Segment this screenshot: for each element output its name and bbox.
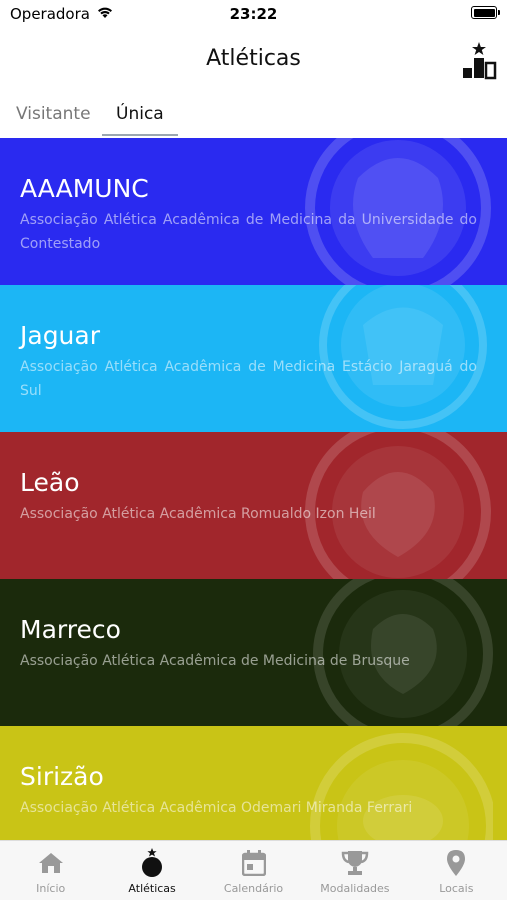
card-aaamunc[interactable]: AAAMUNC Associação Atlética Acadêmica de… [0, 138, 507, 285]
tabbar-item-modalidades[interactable]: Modalidades [304, 841, 405, 900]
bottom-tab-bar: Início Atléticas Calendário Modalidades … [0, 840, 507, 900]
tab-visitante[interactable]: Visitante [16, 104, 91, 124]
card-sirizao[interactable]: Sirizão Associação Atlética Acadêmica Od… [0, 726, 507, 840]
card-title: Marreco [20, 615, 121, 644]
page-title: Atléticas [206, 46, 301, 71]
crab-logo-icon [310, 733, 493, 840]
card-jaguar[interactable]: Jaguar Associação Atlética Acadêmica de … [0, 285, 507, 432]
card-leao[interactable]: Leão Associação Atlética Acadêmica Romua… [0, 432, 507, 579]
card-title: AAAMUNC [20, 174, 149, 203]
tab-unica[interactable]: Única [116, 104, 164, 124]
navigation-bar: Atléticas [0, 30, 507, 92]
ranking-button[interactable] [461, 40, 497, 80]
tabbar-item-atleticas[interactable]: Atléticas [101, 841, 202, 900]
card-description: Associação Atlética Acadêmica Romualdo I… [20, 506, 376, 522]
card-description: Associação Atlética Acadêmica de Medicin… [20, 359, 477, 399]
card-title: Leão [20, 468, 80, 497]
card-title: Jaguar [20, 321, 101, 350]
calendar-icon [240, 849, 268, 877]
card-description: Associação Atlética Acadêmica Odemari Mi… [20, 800, 413, 816]
map-pin-icon [442, 849, 470, 877]
tabbar-item-inicio[interactable]: Início [0, 841, 101, 900]
podium-star-icon [463, 42, 497, 80]
home-icon [37, 849, 65, 877]
tabbar-item-calendario[interactable]: Calendário [203, 841, 304, 900]
atleticas-list: AAAMUNC Associação Atlética Acadêmica de… [0, 138, 507, 840]
active-tab-indicator [102, 134, 178, 136]
tabbar-label: Calendário [223, 882, 284, 895]
battery-icon [471, 6, 500, 19]
card-description: Associação Atlética Acadêmica de Medicin… [20, 212, 477, 252]
trophy-icon [341, 849, 369, 877]
tabbar-label: Modalidades [320, 882, 390, 895]
tabbar-label: Início [36, 882, 66, 895]
tabbar-item-locais[interactable]: Locais [406, 841, 507, 900]
status-bar: Operadora 23:22 [0, 0, 507, 30]
card-marreco[interactable]: Marreco Associação Atlética Acadêmica de… [0, 579, 507, 726]
card-title: Sirizão [20, 762, 104, 791]
bomb-icon [138, 848, 166, 877]
tabbar-label: Atléticas [128, 882, 176, 895]
tabbar-label: Locais [439, 882, 474, 895]
status-time: 23:22 [229, 5, 278, 23]
card-description: Associação Atlética Acadêmica de Medicin… [20, 653, 410, 669]
segment-tabs: Visitante Única [0, 96, 507, 138]
